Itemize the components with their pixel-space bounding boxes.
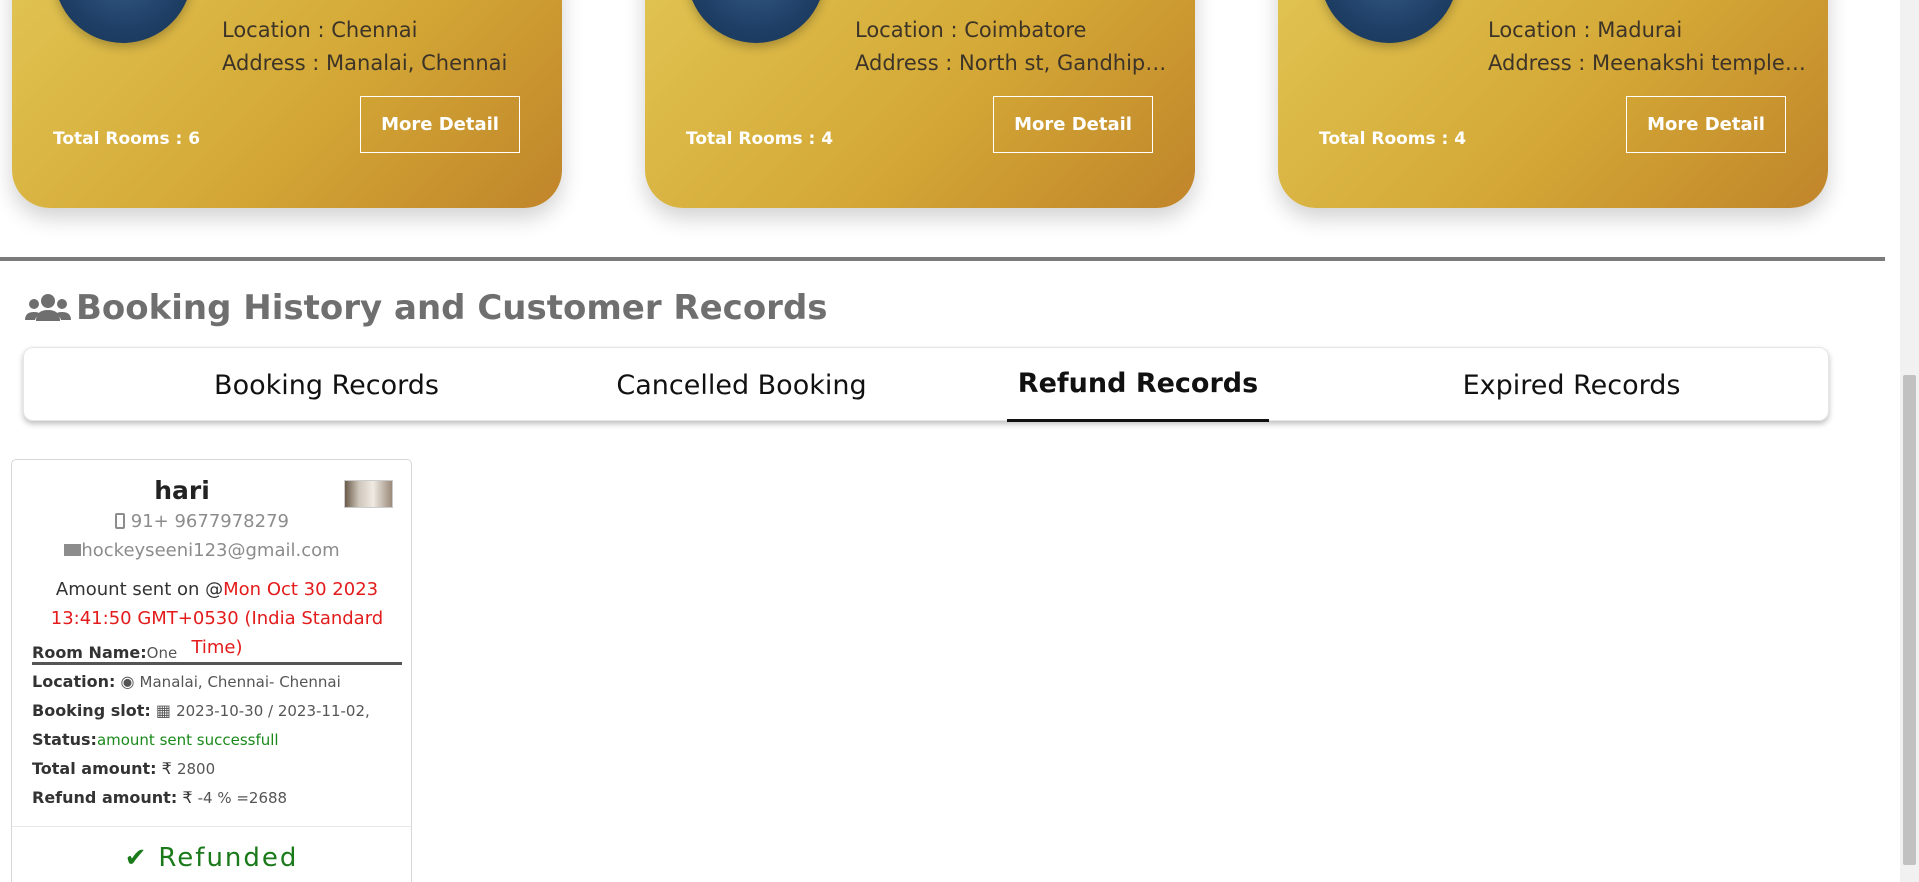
hotel-address: Address : Manalai, Chennai: [222, 51, 508, 75]
total-amount-row: Total amount: ₹ 2800: [32, 759, 215, 778]
location-value: Manalai, Chennai- Chennai: [139, 673, 341, 691]
hotel-address: Address : Meenakshi temple, M...: [1488, 51, 1808, 75]
hotel-owner-avatar: [1320, 0, 1458, 43]
room-name-label: Room Name:: [32, 643, 147, 662]
refunded-label: Refunded: [158, 843, 299, 873]
rupee-icon: ₹: [161, 759, 172, 778]
phone-text: 91+ 9677978279: [130, 511, 289, 532]
refund-amount-row: Refund amount: ₹ -4 % =2688: [32, 788, 287, 807]
hotel-total-rooms: Total Rooms : 4: [1319, 129, 1467, 149]
page: Location : Chennai Address : Manalai, Ch…: [0, 0, 1919, 882]
section-title-text: Booking History and Customer Records: [76, 288, 828, 328]
room-thumbnail[interactable]: [344, 480, 393, 508]
users-icon: [24, 291, 72, 325]
hotel-card: Location : Chennai Address : Manalai, Ch…: [12, 0, 562, 208]
booking-slot-label: Booking slot:: [32, 701, 151, 720]
booking-slot-value: 2023-10-30 / 2023-11-02,: [176, 702, 370, 720]
hotel-location: Location : Coimbatore: [855, 18, 1087, 42]
scrollbar[interactable]: [1900, 0, 1919, 882]
refund-amount-value: -4 % =2688: [197, 789, 288, 807]
hotel-address: Address : North st, Gandhipura...: [855, 51, 1175, 75]
more-detail-button[interactable]: More Detail: [1626, 96, 1786, 153]
hotel-total-rooms: Total Rooms : 6: [53, 129, 201, 149]
tab-refund-records[interactable]: Refund Records: [1007, 348, 1269, 422]
hotel-card: Location : Coimbatore Address : North st…: [645, 0, 1195, 208]
section-divider: [0, 257, 1885, 261]
refund-record-card: hari 91+ 9677978279 hockeyseeni123@gmail…: [11, 459, 412, 882]
card-separator: [12, 826, 411, 827]
section-title: Booking History and Customer Records: [24, 288, 828, 328]
status-label: Status:: [32, 730, 97, 749]
more-detail-button[interactable]: More Detail: [360, 96, 520, 153]
more-detail-button[interactable]: More Detail: [993, 96, 1153, 153]
location-label: Location:: [32, 672, 116, 691]
customer-phone: 91+ 9677978279: [32, 511, 372, 532]
status-value: amount sent successfull: [96, 731, 279, 749]
tab-cancelled-booking[interactable]: Cancelled Booking: [534, 348, 949, 422]
hotel-card: Location : Madurai Address : Meenakshi t…: [1278, 0, 1828, 208]
map-marker-icon: ◉: [120, 672, 135, 691]
check-icon: ✔: [124, 843, 149, 873]
hotel-owner-avatar: [54, 0, 192, 43]
calendar-icon: ▦: [155, 701, 171, 720]
tab-expired-records[interactable]: Expired Records: [1364, 348, 1779, 422]
room-name-row: Room Name:One: [32, 643, 177, 662]
hotel-owner-avatar: [687, 0, 825, 43]
refunded-status: ✔ Refunded: [12, 843, 411, 873]
amount-sent-prefix: Amount sent on @: [55, 579, 224, 600]
phone-icon: [115, 513, 126, 529]
hotel-total-rooms: Total Rooms : 4: [686, 129, 834, 149]
envelope-icon: [64, 544, 82, 556]
total-amount-value: 2800: [176, 760, 216, 778]
tab-booking-records[interactable]: Booking Records: [119, 348, 534, 422]
status-row: Status:amount sent successfull: [32, 730, 279, 749]
location-row: Location: ◉ Manalai, Chennai- Chennai: [32, 672, 341, 691]
hotel-location: Location : Chennai: [222, 18, 418, 42]
email-text: hockeyseeni123@gmail.com: [81, 540, 340, 561]
records-tabs: Booking Records Cancelled Booking Refund…: [23, 347, 1829, 422]
booking-slot-row: Booking slot: ▦ 2023-10-30 / 2023-11-02,: [32, 701, 370, 720]
customer-email: hockeyseeni123@gmail.com: [32, 540, 372, 561]
customer-name: hari: [154, 476, 210, 505]
total-amount-label: Total amount:: [32, 759, 157, 778]
rupee-icon: ₹: [182, 788, 193, 807]
refund-amount-label: Refund amount:: [32, 788, 178, 807]
room-name-value: One: [146, 644, 178, 662]
scrollbar-thumb[interactable]: [1903, 375, 1916, 865]
hotel-location: Location : Madurai: [1488, 18, 1683, 42]
